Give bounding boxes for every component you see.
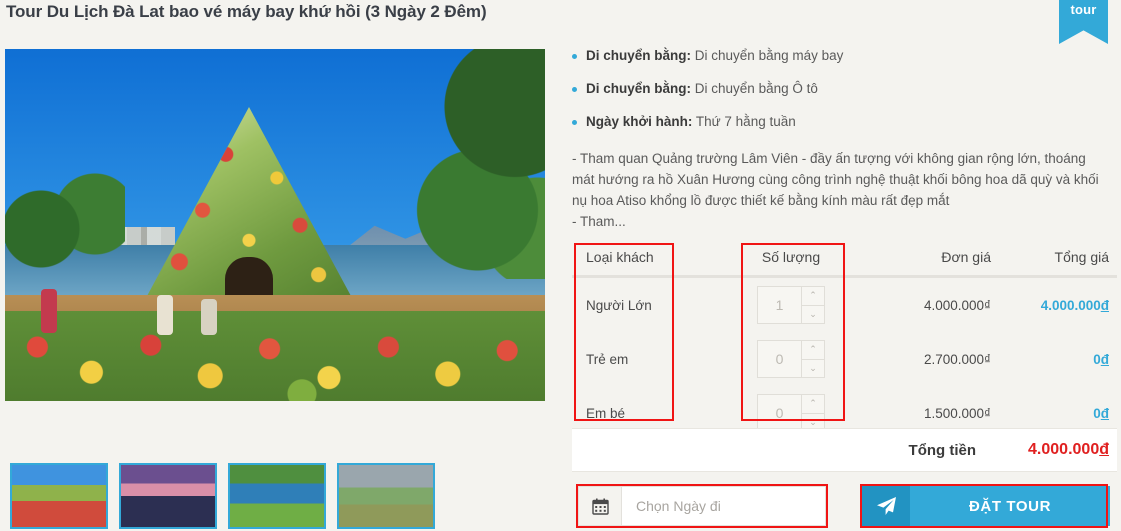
- unit-price-adult: 4.000.000₫: [924, 297, 991, 313]
- table-row: Người Lớn 1 ⌃ ⌄ 4.000.000₫ 4.000.000đ: [572, 277, 1117, 333]
- thumbnail-item[interactable]: [10, 463, 108, 529]
- quantity-value-infant[interactable]: 0: [758, 395, 801, 431]
- quantity-cell-child: 0 ⌃ ⌄: [721, 332, 861, 386]
- photo-visitor: [157, 295, 173, 335]
- guest-type-adult: Người Lớn: [586, 297, 652, 313]
- quantity-stepper-child[interactable]: 0 ⌃ ⌄: [757, 340, 825, 378]
- description-more: - Tham...: [572, 213, 626, 229]
- page-title: Tour Du Lịch Đà Lat bao vé máy bay khứ h…: [6, 2, 487, 21]
- departure-date-placeholder[interactable]: Chọn Ngày đi: [622, 487, 825, 525]
- thumbnail-strip: [10, 463, 435, 529]
- quantity-stepper-adult[interactable]: 1 ⌃ ⌄: [757, 286, 825, 324]
- stepper-up-icon[interactable]: ⌃: [802, 287, 824, 306]
- column-header-quantity: Số lượng: [721, 243, 861, 278]
- fact-item-departure-date: Ngày khởi hành: Thứ 7 hằng tuần: [572, 114, 1117, 130]
- column-header-guest-type: Loại khách: [572, 243, 721, 278]
- fact-label: Di chuyển bằng:: [586, 81, 692, 97]
- tour-info-panel: Di chuyển bằng: Di chuyển bằng máy bay D…: [572, 48, 1117, 232]
- photo-visitor: [41, 289, 57, 333]
- stepper-arrows[interactable]: ⌃ ⌄: [801, 341, 824, 377]
- table-row: Trẻ em 0 ⌃ ⌄ 2.700.000₫ 0đ: [572, 332, 1117, 386]
- photo-flowerbed: [5, 311, 545, 401]
- quantity-value-adult[interactable]: 1: [758, 287, 801, 323]
- stepper-up-icon[interactable]: ⌃: [802, 341, 824, 360]
- grand-total-label: Tổng tiền: [908, 441, 977, 459]
- fact-item-transport-air: Di chuyển bằng: Di chuyển bằng máy bay: [572, 48, 1117, 64]
- currency-symbol: đ: [1099, 441, 1109, 458]
- tour-description: - Tham quan Quảng trường Lâm Viên - đầy …: [572, 148, 1110, 232]
- total-amount: 0: [1093, 405, 1101, 421]
- tour-facts-list: Di chuyển bằng: Di chuyển bằng máy bay D…: [572, 48, 1117, 131]
- fact-value: Di chuyển bằng Ô tô: [694, 81, 818, 97]
- paper-plane-icon: [862, 486, 910, 526]
- stepper-up-icon[interactable]: ⌃: [802, 395, 824, 414]
- quantity-cell-adult: 1 ⌃ ⌄: [721, 277, 861, 333]
- grand-total-row: Tổng tiền 4.000.000đ: [572, 428, 1117, 472]
- tour-ribbon-badge: tour: [1059, 0, 1108, 44]
- stepper-arrows[interactable]: ⌃ ⌄: [801, 395, 824, 431]
- tour-ribbon-label: tour: [1070, 2, 1097, 17]
- book-tour-label: ĐẶT TOUR: [968, 497, 1052, 515]
- book-tour-button[interactable]: ĐẶT TOUR: [862, 486, 1110, 526]
- stepper-arrows[interactable]: ⌃ ⌄: [801, 287, 824, 323]
- currency-symbol: đ: [1100, 351, 1109, 367]
- thumbnail-item[interactable]: [228, 463, 326, 529]
- fact-item-transport-car: Di chuyển bằng: Di chuyển bằng Ô tô: [572, 81, 1117, 97]
- fact-label: Di chuyển bằng:: [586, 48, 692, 63]
- currency-symbol: đ: [1100, 297, 1109, 313]
- description-text: - Tham quan Quảng trường Lâm Viên - đầy …: [572, 150, 1099, 208]
- unit-price-child: 2.700.000₫: [924, 351, 991, 367]
- thumbnail-item[interactable]: [337, 463, 435, 529]
- guest-type-child: Trẻ em: [586, 351, 629, 367]
- calendar-icon: [579, 487, 622, 525]
- pricing-table: Loại khách Số lượng Đơn giá Tổng giá Ngư…: [572, 243, 1117, 440]
- fact-value: Di chuyển bằng máy bay: [694, 48, 844, 63]
- fact-label: Ngày khởi hành:: [586, 114, 693, 130]
- photo-visitor: [201, 299, 217, 335]
- column-header-unit-price: Đơn giá: [861, 243, 991, 278]
- grand-total-amount: 4.000.000: [1028, 441, 1100, 458]
- total-amount: 0: [1093, 351, 1101, 367]
- stepper-down-icon[interactable]: ⌄: [802, 360, 824, 378]
- stepper-down-icon[interactable]: ⌄: [802, 306, 824, 324]
- grand-total-value: 4.000.000đ: [1028, 441, 1109, 459]
- departure-date-field[interactable]: Chọn Ngày đi: [578, 486, 826, 526]
- quantity-value-child[interactable]: 0: [758, 341, 801, 377]
- photo-trees-right: [395, 49, 545, 279]
- tour-gallery: [5, 49, 545, 529]
- photo-trees-left: [5, 169, 125, 269]
- currency-symbol: đ: [1100, 405, 1109, 421]
- total-price-child: 0đ: [991, 332, 1117, 386]
- column-header-total-price: Tổng giá: [991, 243, 1117, 278]
- fact-value: Thứ 7 hằng tuần: [695, 114, 796, 130]
- total-price-adult: 4.000.000đ: [991, 277, 1117, 333]
- quantity-stepper-infant[interactable]: 0 ⌃ ⌄: [757, 394, 825, 432]
- main-tour-photo[interactable]: [5, 49, 545, 401]
- pricing-header-row: Loại khách Số lượng Đơn giá Tổng giá: [572, 243, 1117, 278]
- thumbnail-item[interactable]: [119, 463, 217, 529]
- total-amount: 4.000.000: [1040, 297, 1101, 313]
